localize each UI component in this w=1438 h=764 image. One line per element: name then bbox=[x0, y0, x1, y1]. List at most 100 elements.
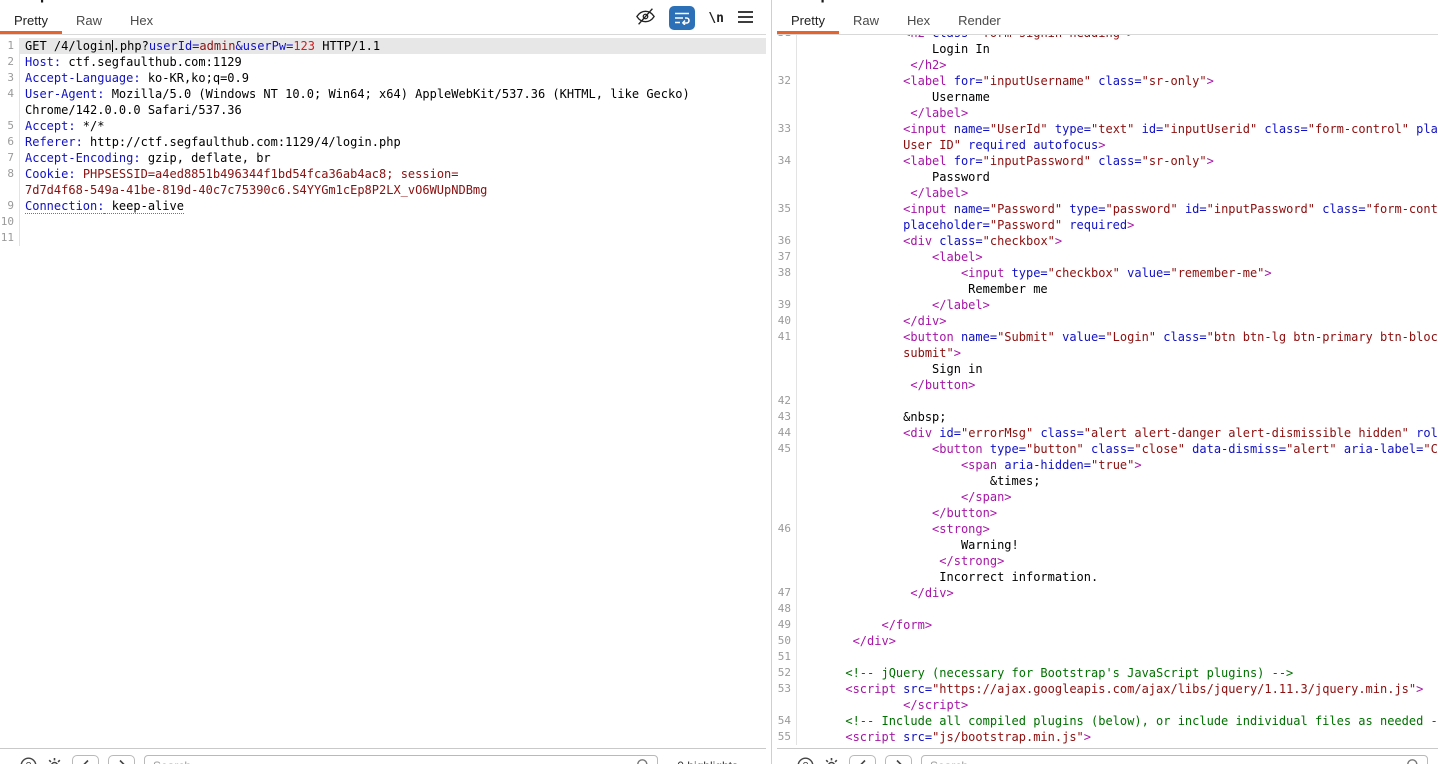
next-match-button[interactable] bbox=[885, 755, 912, 764]
code-line: 10 bbox=[0, 214, 766, 230]
line-number bbox=[777, 137, 797, 153]
code-line: 51 bbox=[777, 649, 1438, 665]
line-number: 5 bbox=[0, 118, 20, 134]
response-search-input[interactable] bbox=[921, 755, 1428, 764]
search-settings-gear-icon[interactable] bbox=[823, 757, 840, 764]
code-line: </strong> bbox=[777, 553, 1438, 569]
code-line: 11 bbox=[0, 230, 766, 246]
code-line: 54 <!-- Include all compiled plugins (be… bbox=[777, 713, 1438, 729]
code-line: 4User-Agent: Mozilla/5.0 (Windows NT 10.… bbox=[0, 86, 766, 102]
code-line: 50 </div> bbox=[777, 633, 1438, 649]
code-line: 46 <strong> bbox=[777, 521, 1438, 537]
line-number: 38 bbox=[777, 265, 797, 281]
code-line: 52 <!-- jQuery (necessary for Bootstrap'… bbox=[777, 665, 1438, 681]
search-settings-gear-icon[interactable] bbox=[46, 757, 63, 764]
line-number bbox=[777, 489, 797, 505]
line-number bbox=[777, 281, 797, 297]
response-tabs: PrettyRawHexRender bbox=[777, 6, 1015, 34]
line-number bbox=[777, 553, 797, 569]
code-line: </button> bbox=[777, 505, 1438, 521]
code-line: 3Accept-Language: ko-KR,ko;q=0.9 bbox=[0, 70, 766, 86]
line-number: 2 bbox=[0, 54, 20, 70]
code-line: </span> bbox=[777, 489, 1438, 505]
line-number: 46 bbox=[777, 521, 797, 537]
response-tabbar: PrettyRawHexRender bbox=[777, 6, 1438, 35]
line-number: 32 bbox=[777, 73, 797, 89]
line-number bbox=[777, 505, 797, 521]
request-tabbar: PrettyRawHex \n bbox=[0, 6, 766, 35]
response-search-bar: ? bbox=[777, 748, 1438, 764]
code-line: 5Accept: */* bbox=[0, 118, 766, 134]
request-editor[interactable]: 1GET /4/login.php?userId=admin&userPw=12… bbox=[0, 35, 766, 748]
chevron-right-icon bbox=[117, 759, 127, 764]
tab-pretty[interactable]: Pretty bbox=[0, 6, 62, 34]
newline-icon[interactable]: \n bbox=[708, 11, 724, 26]
response-code-rows: 31 <h2 class="form-signin-heading"> Logi… bbox=[777, 35, 1438, 745]
search-icon bbox=[636, 758, 651, 764]
code-line: </label> bbox=[777, 185, 1438, 201]
code-line: 45 <button type="button" class="close" d… bbox=[777, 441, 1438, 457]
line-number: 43 bbox=[777, 409, 797, 425]
code-line: 37 <label> bbox=[777, 249, 1438, 265]
request-search-bar: ? bbox=[0, 748, 766, 764]
code-line: 7d7d4f68-549a-41be-819d-40c7c75390c6.S4Y… bbox=[0, 182, 766, 198]
line-number: 40 bbox=[777, 313, 797, 329]
tab-raw[interactable]: Raw bbox=[839, 6, 893, 34]
code-line: </label> bbox=[777, 105, 1438, 121]
line-number: 1 bbox=[0, 38, 20, 54]
request-toolbar: \n bbox=[635, 6, 766, 34]
help-circle-icon[interactable]: ? bbox=[20, 757, 37, 764]
code-line: 8Cookie: PHPSESSID=a4ed8851b496344f1bd54… bbox=[0, 166, 766, 182]
tab-raw[interactable]: Raw bbox=[62, 6, 116, 34]
line-number: 8 bbox=[0, 166, 20, 182]
line-number bbox=[777, 105, 797, 121]
code-line: 2Host: ctf.segfaulthub.com:1129 bbox=[0, 54, 766, 70]
previous-match-button[interactable] bbox=[72, 755, 99, 764]
eye-hidden-icon[interactable] bbox=[635, 7, 656, 31]
line-number bbox=[777, 185, 797, 201]
response-panel: Response PrettyRawHexRender 31 <h2 class… bbox=[777, 0, 1438, 764]
code-line: 55 <script src="js/bootstrap.min.js"> bbox=[777, 729, 1438, 745]
code-line: 1GET /4/login.php?userId=admin&userPw=12… bbox=[0, 38, 766, 54]
response-editor[interactable]: 31 <h2 class="form-signin-heading"> Logi… bbox=[777, 35, 1438, 748]
line-number: 54 bbox=[777, 713, 797, 729]
line-number: 7 bbox=[0, 150, 20, 166]
chevron-right-icon bbox=[894, 759, 904, 764]
code-line: Username bbox=[777, 89, 1438, 105]
line-number: 42 bbox=[777, 393, 797, 409]
line-number: 6 bbox=[0, 134, 20, 150]
tab-hex[interactable]: Hex bbox=[116, 6, 167, 34]
line-number: 39 bbox=[777, 297, 797, 313]
code-line: 36 <div class="checkbox"> bbox=[777, 233, 1438, 249]
response-search-field bbox=[921, 755, 1428, 764]
code-line: Warning! bbox=[777, 537, 1438, 553]
help-circle-icon[interactable]: ? bbox=[797, 757, 814, 764]
chevron-left-icon bbox=[858, 759, 868, 764]
code-line: 32 <label for="inputUsername" class="sr-… bbox=[777, 73, 1438, 89]
code-line: <span aria-hidden="true"> bbox=[777, 457, 1438, 473]
code-line: </h2> bbox=[777, 57, 1438, 73]
line-number: 3 bbox=[0, 70, 20, 86]
request-search-input[interactable] bbox=[144, 755, 658, 764]
panel-divider[interactable] bbox=[766, 0, 777, 764]
next-match-button[interactable] bbox=[108, 755, 135, 764]
code-line: 53 <script src="https://ajax.googleapis.… bbox=[777, 681, 1438, 697]
tab-hex[interactable]: Hex bbox=[893, 6, 944, 34]
line-number: 47 bbox=[777, 585, 797, 601]
tab-pretty[interactable]: Pretty bbox=[777, 6, 839, 34]
code-line: 39 </label> bbox=[777, 297, 1438, 313]
request-panel: Request PrettyRawHex bbox=[0, 0, 766, 764]
line-number bbox=[0, 102, 20, 118]
soft-wrap-icon[interactable] bbox=[669, 6, 695, 30]
code-line: Password bbox=[777, 169, 1438, 185]
code-line: &times; bbox=[777, 473, 1438, 489]
line-number: 9 bbox=[0, 198, 20, 214]
line-number bbox=[777, 697, 797, 713]
code-line: 44 <div id="errorMsg" class="alert alert… bbox=[777, 425, 1438, 441]
line-number: 53 bbox=[777, 681, 797, 697]
previous-match-button[interactable] bbox=[849, 755, 876, 764]
code-line: 47 </div> bbox=[777, 585, 1438, 601]
code-line: 38 <input type="checkbox" value="remembe… bbox=[777, 265, 1438, 281]
tab-render[interactable]: Render bbox=[944, 6, 1015, 34]
menu-icon[interactable] bbox=[737, 10, 754, 29]
